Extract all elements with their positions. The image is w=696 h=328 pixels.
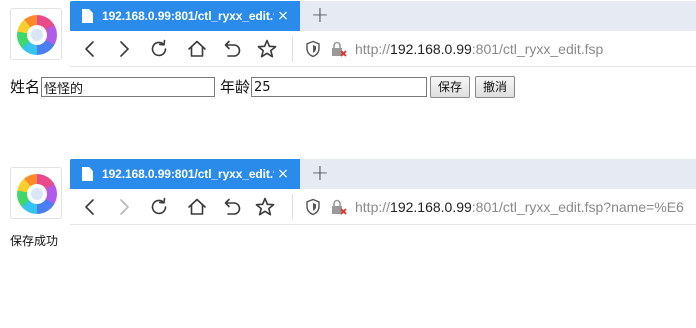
reload-icon[interactable] bbox=[145, 35, 173, 63]
save-button[interactable]: 保存 bbox=[430, 76, 471, 98]
edit-form: 姓名 年龄 保存 撤消 bbox=[10, 76, 516, 98]
undo-icon[interactable] bbox=[219, 35, 247, 63]
browser-window-save-result: 192.168.0.99:801/ctl_ryxx_edit.fsp × + h… bbox=[0, 159, 696, 320]
name-input[interactable] bbox=[41, 77, 216, 97]
tab-title: 192.168.0.99:801/ctl_ryxx_edit.fsp bbox=[102, 9, 274, 23]
new-tab-icon[interactable]: + bbox=[308, 161, 332, 187]
tab-title: 192.168.0.99:801/ctl_ryxx_edit.fsp bbox=[102, 167, 274, 181]
address-bar[interactable]: http://192.168.0.99:801/ctl_ryxx_edit.fs… bbox=[355, 40, 603, 58]
cancel-button[interactable]: 撤消 bbox=[475, 76, 516, 98]
back-icon[interactable] bbox=[76, 35, 104, 63]
url-host: 192.168.0.99 bbox=[390, 199, 472, 215]
favorite-star-icon[interactable] bbox=[251, 193, 279, 221]
home-icon[interactable] bbox=[183, 193, 211, 221]
tab-strip: 192.168.0.99:801/ctl_ryxx_edit.fsp × + bbox=[70, 1, 696, 31]
shield-icon[interactable] bbox=[304, 40, 322, 58]
name-label: 姓名 bbox=[10, 78, 41, 96]
close-icon[interactable]: × bbox=[274, 6, 292, 26]
insecure-lock-icon[interactable] bbox=[330, 198, 348, 216]
toolbar-separator bbox=[292, 36, 293, 62]
toolbar-separator bbox=[292, 194, 293, 220]
home-icon[interactable] bbox=[183, 35, 211, 63]
toolbar: http://192.168.0.99:801/ctl_ryxx_edit.fs… bbox=[70, 189, 696, 225]
address-bar[interactable]: http://192.168.0.99:801/ctl_ryxx_edit.fs… bbox=[355, 198, 684, 216]
age-label: 年龄 bbox=[220, 78, 251, 96]
url-path: :801/ctl_ryxx_edit.fsp?name=%E6 bbox=[471, 199, 684, 215]
active-tab[interactable]: 192.168.0.99:801/ctl_ryxx_edit.fsp × bbox=[70, 159, 300, 189]
browser-window-edit-form: 192.168.0.99:801/ctl_ryxx_edit.fsp × + h… bbox=[0, 0, 696, 160]
page-content: 保存成功 bbox=[0, 225, 696, 320]
shield-icon[interactable] bbox=[304, 198, 322, 216]
close-icon[interactable]: × bbox=[274, 164, 292, 184]
undo-icon[interactable] bbox=[219, 193, 247, 221]
page-icon bbox=[82, 167, 93, 181]
browser-logo-icon bbox=[10, 8, 62, 60]
age-input[interactable] bbox=[251, 77, 428, 97]
tab-strip: 192.168.0.99:801/ctl_ryxx_edit.fsp × + bbox=[70, 159, 696, 189]
url-scheme: http:// bbox=[355, 41, 391, 57]
url-host: 192.168.0.99 bbox=[390, 41, 472, 57]
forward-icon[interactable] bbox=[110, 193, 138, 221]
favorite-star-icon[interactable] bbox=[253, 35, 281, 63]
back-icon[interactable] bbox=[76, 193, 104, 221]
save-success-message: 保存成功 bbox=[10, 234, 59, 248]
reload-icon[interactable] bbox=[145, 193, 173, 221]
active-tab[interactable]: 192.168.0.99:801/ctl_ryxx_edit.fsp × bbox=[70, 1, 300, 31]
page-icon bbox=[82, 9, 93, 23]
new-tab-icon[interactable]: + bbox=[308, 3, 332, 29]
toolbar: http://192.168.0.99:801/ctl_ryxx_edit.fs… bbox=[70, 31, 696, 67]
browser-logo-icon bbox=[10, 167, 62, 219]
url-scheme: http:// bbox=[355, 199, 391, 215]
page-content: 姓名 年龄 保存 撤消 bbox=[0, 67, 696, 160]
insecure-lock-icon[interactable] bbox=[330, 40, 348, 58]
forward-icon[interactable] bbox=[110, 35, 138, 63]
url-path: :801/ctl_ryxx_edit.fsp bbox=[471, 41, 604, 57]
